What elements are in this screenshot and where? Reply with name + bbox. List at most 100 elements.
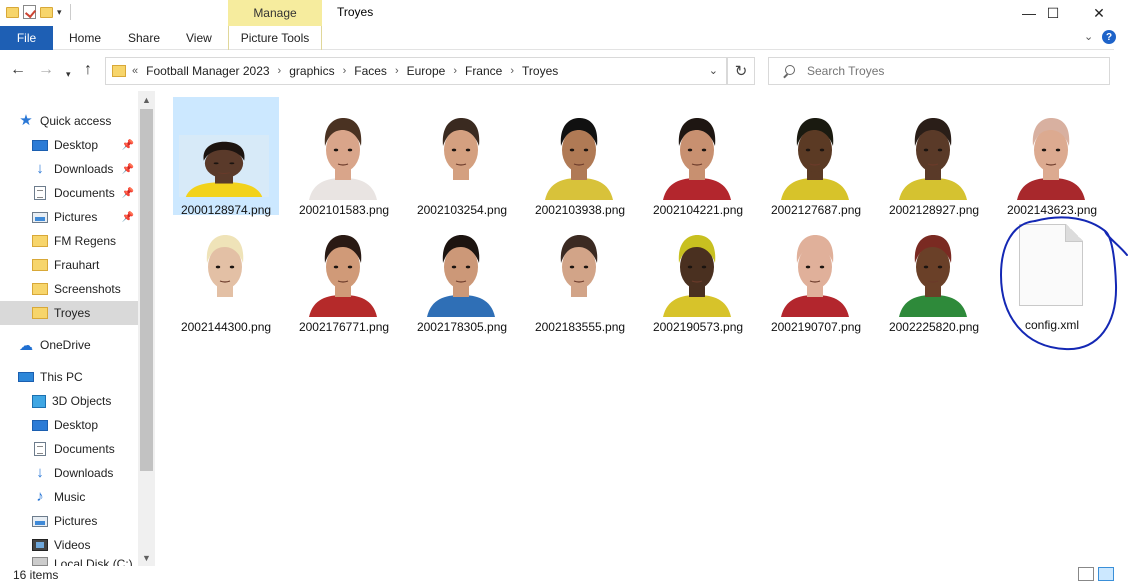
pin-icon[interactable]: 📌 <box>122 188 134 199</box>
file-item-image[interactable]: 2002190573.png <box>645 214 751 334</box>
pin-icon[interactable]: 📌 <box>122 140 134 151</box>
folder-icon <box>32 283 48 295</box>
sidebar-item-label: This PC <box>40 370 83 384</box>
refresh-button[interactable]: ↻ <box>727 57 755 85</box>
file-item-image[interactable]: 2002176771.png <box>291 214 397 334</box>
chevron-right-icon[interactable]: › <box>395 65 399 77</box>
tab-view[interactable]: View <box>186 26 212 50</box>
chevron-right-icon[interactable]: › <box>278 65 282 77</box>
sidebar-item-quick-access[interactable]: ★ Quick access <box>0 109 138 133</box>
up-arrow-icon[interactable]: ↑ <box>84 61 92 79</box>
manage-tab[interactable]: Manage <box>228 0 322 26</box>
search-input[interactable] <box>807 64 1087 78</box>
star-icon: ★ <box>19 112 33 129</box>
desktop-icon <box>32 139 48 151</box>
face-thumbnail <box>539 225 619 317</box>
sidebar-item-pc-documents[interactable]: Documents <box>0 437 138 461</box>
file-item-image[interactable]: 2002144300.png <box>173 214 279 334</box>
details-view-icon[interactable] <box>1078 567 1094 581</box>
file-item-image[interactable]: 2002104221.png <box>645 97 751 217</box>
file-item-image[interactable]: 2002103254.png <box>409 97 515 217</box>
properties-icon[interactable] <box>23 5 36 19</box>
videos-icon <box>32 539 48 551</box>
sidebar-item-onedrive[interactable]: ☁ OneDrive <box>0 333 138 357</box>
sidebar-item-documents[interactable]: Documents 📌 <box>0 181 138 205</box>
new-folder-icon[interactable] <box>40 6 53 18</box>
sidebar-scrollbar[interactable]: ▲ ▼ <box>138 91 155 566</box>
customize-toolbar-icon[interactable]: ▾ <box>57 7 62 18</box>
scroll-down-icon[interactable]: ▼ <box>138 549 155 566</box>
chevron-right-icon[interactable]: › <box>453 65 457 77</box>
file-tab[interactable]: File <box>0 26 53 50</box>
breadcrumb-france[interactable]: France <box>465 64 502 78</box>
file-item-image[interactable]: 2002103938.png <box>527 97 633 217</box>
address-bar[interactable]: « Football Manager 2023 › graphics › Fac… <box>105 57 727 85</box>
sidebar-item-local-disk[interactable]: Local Disk (C:) <box>0 557 138 566</box>
tab-home[interactable]: Home <box>69 26 101 50</box>
file-name: 2002144300.png <box>180 320 272 334</box>
face-thumbnail <box>775 225 855 317</box>
forward-arrow-icon[interactable]: → <box>38 61 54 79</box>
face-thumbnail <box>657 225 737 317</box>
file-item-xml[interactable]: config.xml <box>999 214 1105 332</box>
scroll-up-icon[interactable]: ▲ <box>138 91 155 108</box>
sidebar-item-label: Local Disk (C:) <box>54 557 133 566</box>
quick-access-toolbar: ▾ <box>6 4 71 20</box>
computer-icon <box>18 372 34 382</box>
chevron-right-icon[interactable]: › <box>343 65 347 77</box>
scrollbar-thumb[interactable] <box>140 109 153 471</box>
sidebar-item-3d-objects[interactable]: 3D Objects <box>0 389 138 413</box>
file-item-image[interactable]: 2002128927.png <box>881 97 987 217</box>
sidebar-item-fm-regens[interactable]: FM Regens <box>0 229 138 253</box>
folder-icon[interactable] <box>6 6 19 18</box>
sidebar-item-pc-pictures[interactable]: Pictures <box>0 509 138 533</box>
sidebar-item-pictures[interactable]: Pictures 📌 <box>0 205 138 229</box>
breadcrumb-graphics[interactable]: graphics <box>289 64 334 78</box>
file-name: config.xml <box>1024 318 1080 332</box>
tab-picture-tools[interactable]: Picture Tools <box>228 26 322 50</box>
breadcrumb-troyes[interactable]: Troyes <box>522 64 558 78</box>
sidebar-item-troyes[interactable]: Troyes <box>0 301 138 325</box>
maximize-button[interactable]: ☐ <box>1030 0 1076 26</box>
file-item-image[interactable]: 2002127687.png <box>763 97 869 217</box>
folder-icon <box>112 65 126 77</box>
sidebar-item-downloads[interactable]: ↓ Downloads 📌 <box>0 157 138 181</box>
chevron-right-icon[interactable]: › <box>510 65 514 77</box>
sidebar-item-desktop[interactable]: Desktop 📌 <box>0 133 138 157</box>
face-thumbnail <box>185 225 265 317</box>
sidebar-item-frauhart[interactable]: Frauhart <box>0 253 138 277</box>
pictures-icon <box>32 515 48 527</box>
sidebar-item-screenshots[interactable]: Screenshots <box>0 277 138 301</box>
file-item-image[interactable]: 2002178305.png <box>409 214 515 334</box>
tab-share[interactable]: Share <box>128 26 160 50</box>
sidebar-item-pc-desktop[interactable]: Desktop <box>0 413 138 437</box>
file-item-image[interactable]: 2002183555.png <box>527 214 633 334</box>
breadcrumb-football-manager[interactable]: Football Manager 2023 <box>146 64 269 78</box>
close-button[interactable]: ✕ <box>1076 0 1122 26</box>
sidebar-item-this-pc[interactable]: This PC <box>0 365 138 389</box>
folder-icon <box>32 259 48 271</box>
file-item-image[interactable]: 2000128974.png <box>173 97 279 217</box>
file-item-image[interactable]: 2002225820.png <box>881 214 987 334</box>
help-icon[interactable]: ? <box>1102 30 1116 44</box>
file-item-image[interactable]: 2002101583.png <box>291 97 397 217</box>
pin-icon[interactable]: 📌 <box>122 164 134 175</box>
sidebar-item-label: Documents <box>54 186 115 200</box>
back-arrow-icon[interactable]: ← <box>10 61 26 79</box>
file-item-image[interactable]: 2002190707.png <box>763 214 869 334</box>
breadcrumb-faces[interactable]: Faces <box>354 64 387 78</box>
large-icons-view-icon[interactable] <box>1098 567 1114 581</box>
overflow-chevron-icon[interactable]: « <box>132 65 138 77</box>
search-box[interactable] <box>768 57 1110 85</box>
sidebar-item-label: 3D Objects <box>52 394 112 408</box>
expand-ribbon-icon[interactable]: ⌄ <box>1084 30 1093 43</box>
chevron-down-icon[interactable]: ⌄ <box>709 64 718 77</box>
sidebar-item-label: Downloads <box>54 466 114 480</box>
sidebar-item-videos[interactable]: Videos <box>0 533 138 557</box>
sidebar-item-music[interactable]: ♪ Music <box>0 485 138 509</box>
sidebar-item-pc-downloads[interactable]: ↓ Downloads <box>0 461 138 485</box>
file-item-image[interactable]: 2002143623.png <box>999 97 1105 217</box>
breadcrumb-europe[interactable]: Europe <box>407 64 446 78</box>
pin-icon[interactable]: 📌 <box>122 212 134 223</box>
recent-locations-icon[interactable]: ▾ <box>66 65 71 83</box>
